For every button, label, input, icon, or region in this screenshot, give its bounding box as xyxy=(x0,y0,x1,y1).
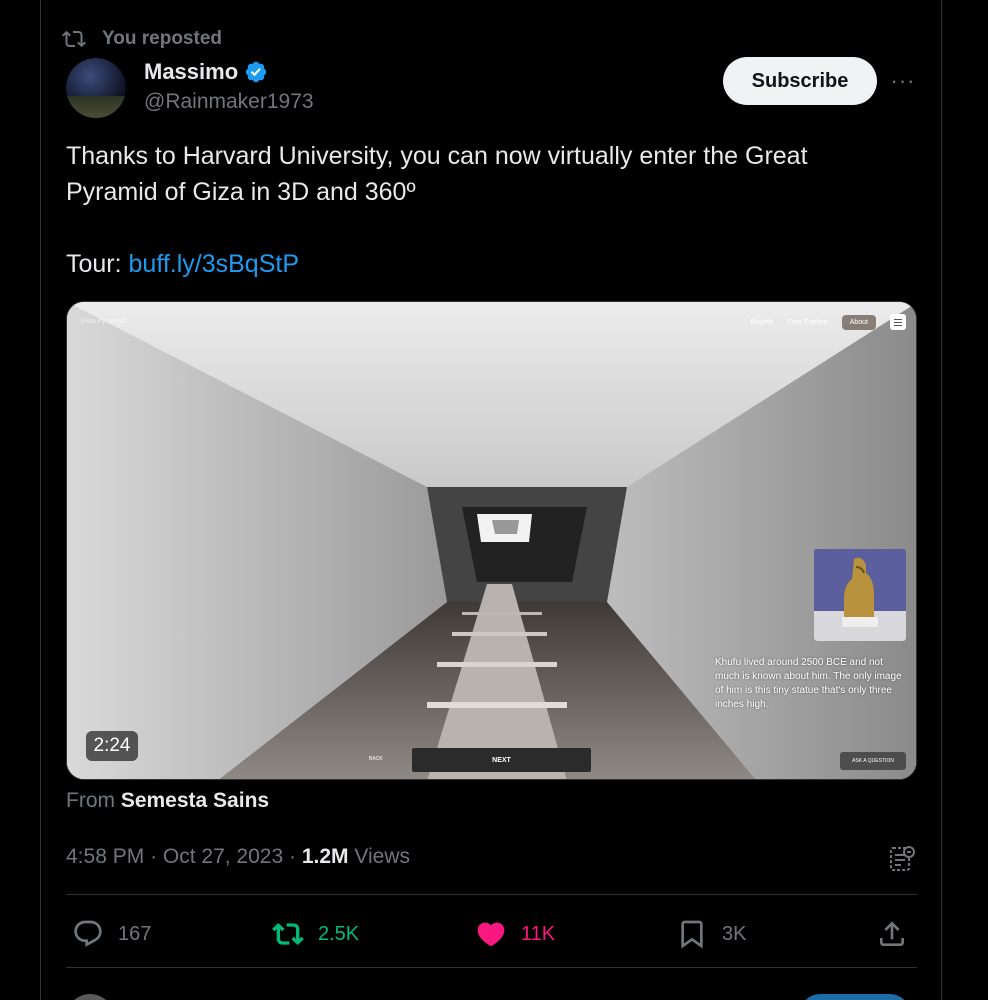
more-options-icon[interactable]: ··· xyxy=(888,68,918,94)
tour-label: Tour: xyxy=(66,250,129,278)
source-name[interactable]: Semesta Sains xyxy=(121,789,269,812)
divider xyxy=(66,894,917,895)
reply-count: 167 xyxy=(118,922,152,945)
views-label: Views xyxy=(354,845,410,868)
reply-button[interactable]: 167 xyxy=(72,914,151,954)
back-label: BACK xyxy=(369,756,383,762)
repost-indicator: You reposted xyxy=(62,26,222,52)
repost-count: 2.5K xyxy=(318,922,360,945)
repost-label: You reposted xyxy=(102,28,222,49)
video-caption: Khufu lived around 2500 BCE and not much… xyxy=(715,657,902,710)
tweet-tour: Tour: buff.ly/3sBqStP xyxy=(66,246,299,282)
heart-filled-icon xyxy=(477,922,505,947)
views-count: 1.2M xyxy=(301,845,349,868)
avatar[interactable] xyxy=(66,58,126,118)
bookmark-count: 3K xyxy=(722,922,747,945)
tweet-line-1: Thanks to Harvard University, you can no… xyxy=(66,142,808,170)
tweet-line-2: Pyramid of Giza in 3D and 360º xyxy=(66,178,416,206)
reply-submit-button[interactable] xyxy=(800,994,910,1000)
video-duration: 2:24 xyxy=(86,731,138,761)
source-prefix: From xyxy=(66,789,121,812)
video-top-bar: English Free Explore About xyxy=(751,314,906,330)
free-explore-label: Free Explore xyxy=(787,318,828,326)
tweet-time[interactable]: 4:58 PM xyxy=(66,845,144,868)
reply-icon xyxy=(74,920,102,947)
hamburger-icon xyxy=(890,314,906,330)
subscribe-button[interactable]: Subscribe xyxy=(723,57,877,105)
repost-icon xyxy=(62,30,86,48)
source-attribution: From Semesta Sains xyxy=(66,789,269,813)
action-bar: 167 2.5K 11K 3K xyxy=(66,914,917,954)
author-block: Massimo @Rainmaker1973 xyxy=(144,58,314,114)
like-count: 11K xyxy=(521,922,556,945)
video-site-title: Giza Pyramids xyxy=(81,318,127,325)
tweet-meta: 4:58 PM · Oct 27, 2023 · 1.2M Views xyxy=(66,845,410,868)
tweet-date[interactable]: Oct 27, 2023 xyxy=(163,845,283,868)
statue-image xyxy=(814,549,906,641)
author-handle[interactable]: @Rainmaker1973 xyxy=(144,90,314,114)
repost-button[interactable]: 2.5K xyxy=(272,914,359,954)
language-selector: English xyxy=(750,318,774,326)
video-player[interactable]: Giza Pyramids English Free Explore About… xyxy=(66,301,917,780)
about-label: About xyxy=(841,314,876,330)
ask-question-label: ASK A QUESTION xyxy=(840,752,906,770)
bookmark-icon xyxy=(681,920,703,949)
divider xyxy=(66,967,917,968)
bookmark-button[interactable]: 3K xyxy=(676,914,746,954)
author-name[interactable]: Massimo xyxy=(144,59,238,85)
verified-badge-icon[interactable] xyxy=(244,60,268,84)
repost-active-icon xyxy=(272,923,304,945)
share-icon xyxy=(880,921,904,946)
tour-link[interactable]: buff.ly/3sBqStP xyxy=(129,250,299,278)
share-button[interactable] xyxy=(876,914,908,954)
like-button[interactable]: 11K xyxy=(475,914,555,954)
next-label: NEXT xyxy=(412,748,591,772)
analytics-icon[interactable] xyxy=(887,843,917,873)
tweet-text: Thanks to Harvard University, you can no… xyxy=(66,138,906,210)
